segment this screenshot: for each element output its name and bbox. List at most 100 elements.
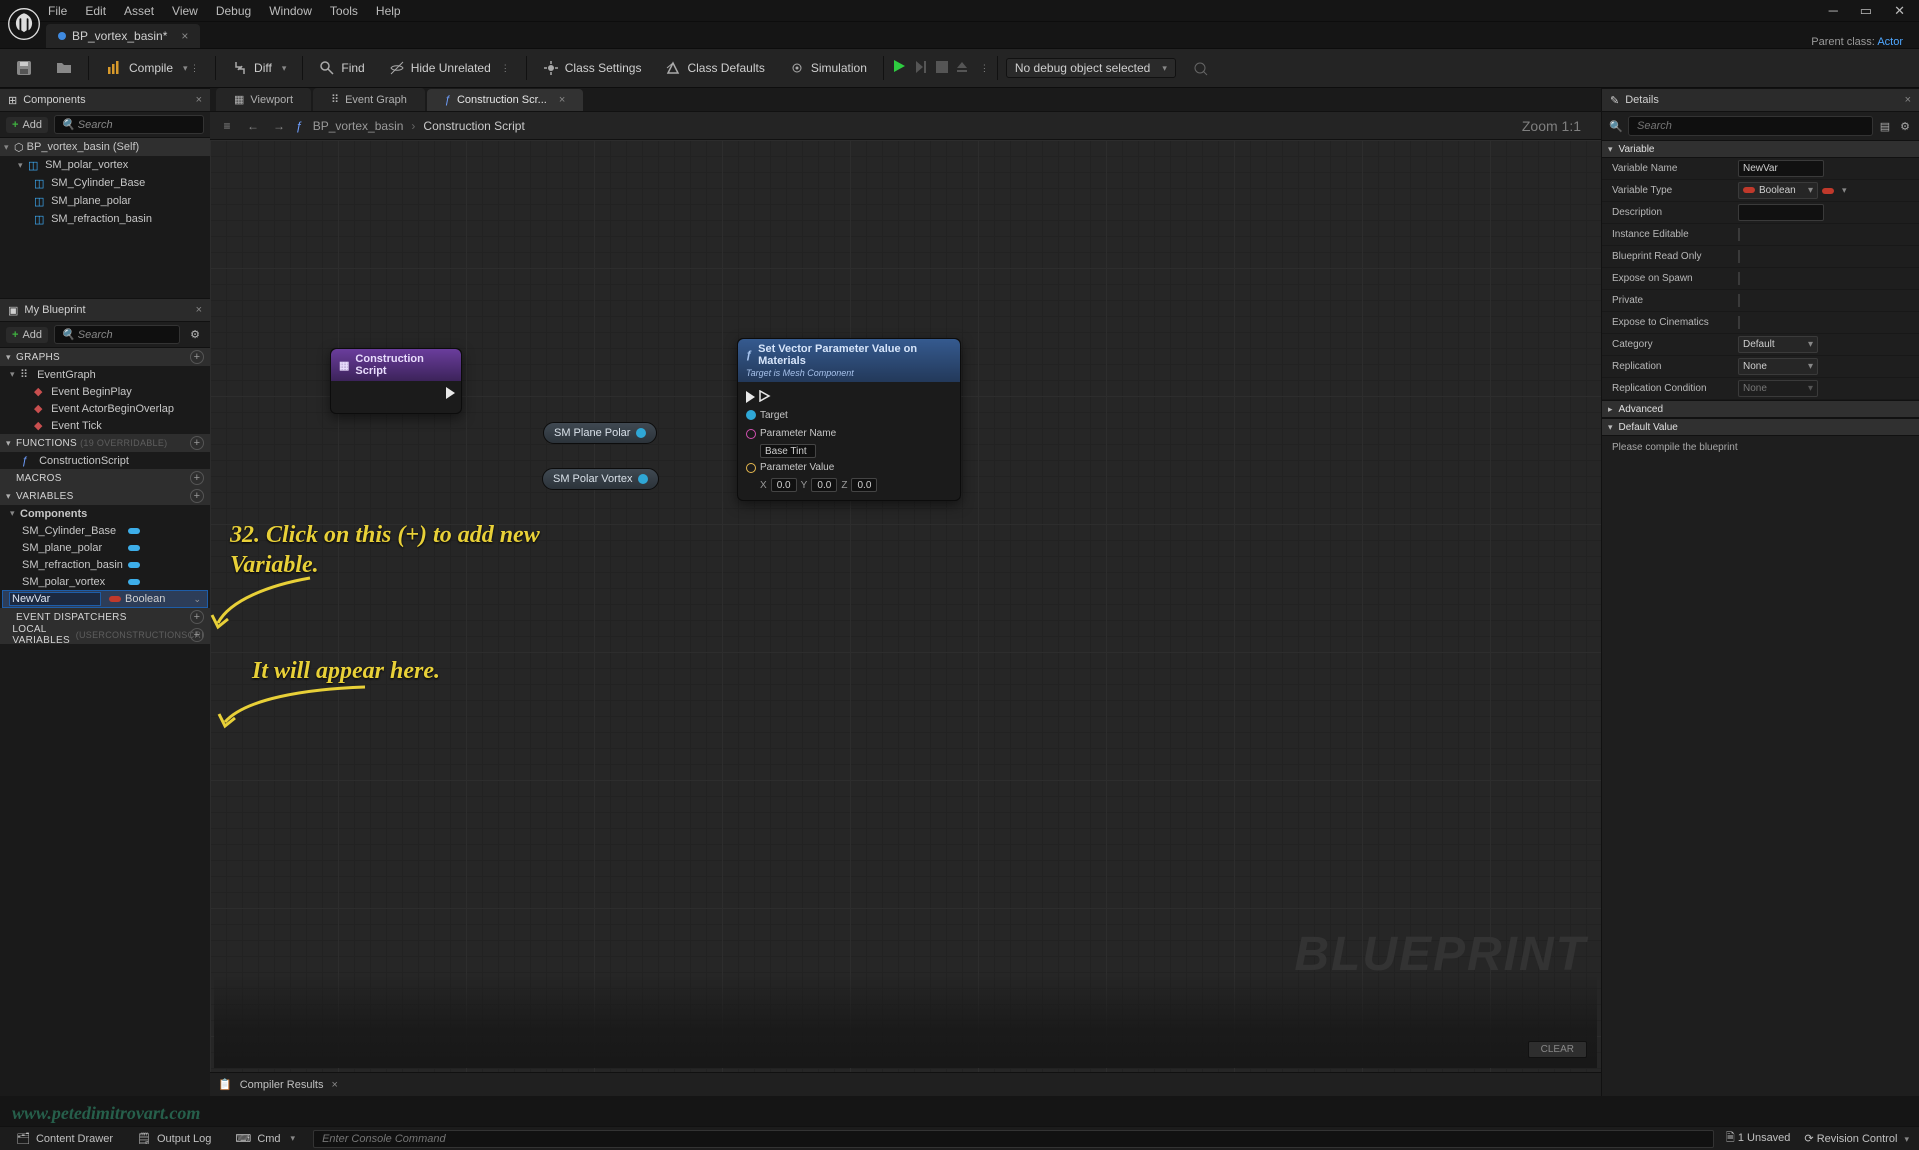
param-name-input-pin[interactable] xyxy=(746,429,756,439)
graph-nav-menu-icon[interactable]: ≡ xyxy=(218,119,236,133)
variable-row[interactable]: SM_refraction_basin xyxy=(0,556,210,573)
eventdispatchers-add-icon[interactable]: + xyxy=(190,610,204,624)
class-defaults-button[interactable]: Class Defaults xyxy=(657,56,772,80)
menu-edit[interactable]: Edit xyxy=(85,4,106,18)
localvariables-add-icon[interactable]: + xyxy=(190,628,204,642)
output-log-button[interactable]: 🗒Output Log xyxy=(131,1130,217,1147)
event-row[interactable]: ◆ Event BeginPlay xyxy=(0,383,210,400)
variable-type-select[interactable]: Boolean▾ xyxy=(1738,182,1818,199)
tab-eventgraph[interactable]: ⠿Event Graph xyxy=(313,88,425,111)
stop-icon[interactable] xyxy=(936,60,948,76)
graph-back-icon[interactable]: ← xyxy=(244,119,262,133)
variable-name-input[interactable] xyxy=(1738,160,1824,177)
tree-row[interactable]: ◫ SM_refraction_basin xyxy=(0,210,210,228)
param-name-input[interactable] xyxy=(760,444,816,458)
new-variable-row[interactable]: Boolean ⌄ xyxy=(2,590,208,608)
advanced-section-header[interactable]: ▸Advanced xyxy=(1602,400,1919,418)
menu-window[interactable]: Window xyxy=(269,4,312,18)
expose-spawn-checkbox[interactable] xyxy=(1738,272,1740,285)
myblueprint-settings-icon[interactable]: ⚙ xyxy=(186,326,204,344)
variable-section-header[interactable]: ▾Variable xyxy=(1602,140,1919,158)
details-panel-tab[interactable]: ✎ Details × xyxy=(1602,88,1919,112)
console-input[interactable] xyxy=(313,1130,1714,1148)
debug-object-selector[interactable]: No debug object selected▾ xyxy=(1006,58,1176,78)
tree-row[interactable]: ◫ SM_plane_polar xyxy=(0,192,210,210)
maximize-icon[interactable]: ▭ xyxy=(1860,3,1872,19)
localvariables-section-header[interactable]: LOCAL VARIABLES (USERCONSTRUCTIONSCRI + xyxy=(0,626,210,644)
compiler-results-close-icon[interactable]: × xyxy=(331,1079,337,1091)
file-tab-close-icon[interactable]: × xyxy=(181,29,188,43)
macros-section-header[interactable]: MACROS + xyxy=(0,469,210,487)
param-z-input[interactable] xyxy=(851,478,877,492)
tab-viewport[interactable]: ▦Viewport xyxy=(216,88,311,111)
event-row[interactable]: ◆ Event ActorBeginOverlap xyxy=(0,400,210,417)
event-row[interactable]: ◆ Event Tick xyxy=(0,417,210,434)
debug-locate-button[interactable] xyxy=(1184,56,1216,80)
tab-close-icon[interactable]: × xyxy=(559,94,565,106)
eject-icon[interactable] xyxy=(956,60,968,76)
tree-row[interactable]: ▾◫ SM_polar_vortex xyxy=(0,156,210,174)
breadcrumb-parent[interactable]: BP_vortex_basin xyxy=(313,119,404,133)
new-variable-name-input[interactable] xyxy=(9,592,101,606)
variable-type-chevron-icon[interactable]: ⌄ xyxy=(193,594,201,605)
details-search-input[interactable] xyxy=(1628,116,1873,136)
variable-row[interactable]: SM_polar_vortex xyxy=(0,573,210,590)
hide-unrelated-button[interactable]: Hide Unrelated⋮ xyxy=(381,56,518,80)
graphs-section-header[interactable]: ▾GRAPHS + xyxy=(0,348,210,366)
target-input-pin[interactable] xyxy=(746,410,756,420)
type-container-chevron-icon[interactable]: ▾ xyxy=(1842,185,1847,196)
graph-canvas[interactable]: ▦Construction Script SM Plane Polar SM P… xyxy=(210,140,1601,1072)
menu-asset[interactable]: Asset xyxy=(124,4,154,18)
functions-section-header[interactable]: ▾FUNCTIONS (19 OVERRIDABLE) + xyxy=(0,434,210,452)
macros-add-icon[interactable]: + xyxy=(190,471,204,485)
diff-button[interactable]: Diff▾ xyxy=(224,56,294,80)
details-close-icon[interactable]: × xyxy=(1905,94,1911,106)
variable-row[interactable]: SM_plane_polar xyxy=(0,539,210,556)
myblueprint-close-icon[interactable]: × xyxy=(196,304,202,316)
cmd-button[interactable]: ⌨Cmd▾ xyxy=(229,1130,301,1147)
unsaved-indicator[interactable]: 🗎 1 Unsaved xyxy=(1726,1129,1791,1148)
file-tab[interactable]: BP_vortex_basin* × xyxy=(46,24,200,48)
menu-help[interactable]: Help xyxy=(376,4,401,18)
variables-section-header[interactable]: ▾VARIABLES + xyxy=(0,487,210,505)
myblueprint-search-input[interactable]: 🔍 Search xyxy=(54,325,180,344)
node-set-vector-parameter[interactable]: ƒSet Vector Parameter Value on Materials… xyxy=(737,338,961,501)
output-pin-icon[interactable] xyxy=(636,428,646,438)
category-select[interactable]: Default▾ xyxy=(1738,336,1818,353)
components-close-icon[interactable]: × xyxy=(196,94,202,106)
tree-row[interactable]: ◫ SM_Cylinder_Base xyxy=(0,174,210,192)
menu-tools[interactable]: Tools xyxy=(330,4,358,18)
play-options-dropdown[interactable]: ⋮ xyxy=(980,63,989,74)
node-sm-polar-vortex[interactable]: SM Polar Vortex xyxy=(542,468,659,490)
myblueprint-add-button[interactable]: +Add xyxy=(6,327,48,343)
content-drawer-button[interactable]: 🗂Content Drawer xyxy=(10,1130,119,1147)
variables-group-row[interactable]: ▾Components xyxy=(0,505,210,522)
instance-editable-checkbox[interactable] xyxy=(1738,228,1740,241)
menu-file[interactable]: File xyxy=(48,4,67,18)
readonly-checkbox[interactable] xyxy=(1738,250,1740,263)
description-input[interactable] xyxy=(1738,204,1824,221)
variables-add-icon[interactable]: + xyxy=(190,489,204,503)
details-settings-icon[interactable]: ⚙ xyxy=(1897,118,1913,134)
details-view-icon[interactable]: ▤ xyxy=(1877,118,1893,134)
private-checkbox[interactable] xyxy=(1738,294,1740,307)
minimize-icon[interactable]: ─ xyxy=(1829,3,1838,19)
menu-debug[interactable]: Debug xyxy=(216,4,251,18)
simulation-button[interactable]: Simulation xyxy=(781,56,875,80)
eventgraph-row[interactable]: ▾⠿ EventGraph xyxy=(0,366,210,383)
class-settings-button[interactable]: Class Settings xyxy=(535,56,650,80)
compile-button[interactable]: Compile ▾ ⋮ xyxy=(97,55,207,81)
close-window-icon[interactable]: ✕ xyxy=(1894,3,1905,19)
components-panel-tab[interactable]: ⊞ Components × xyxy=(0,88,210,112)
node-sm-plane-polar[interactable]: SM Plane Polar xyxy=(543,422,657,444)
graph-forward-icon[interactable]: → xyxy=(270,119,288,133)
variable-row[interactable]: SM_Cylinder_Base xyxy=(0,522,210,539)
myblueprint-panel-tab[interactable]: ▣ My Blueprint × xyxy=(0,298,210,322)
param-value-input-pin[interactable] xyxy=(746,463,756,473)
constructionscript-row[interactable]: ƒ ConstructionScript xyxy=(0,452,210,469)
components-search-input[interactable]: 🔍 Search xyxy=(54,115,204,134)
play-icon[interactable] xyxy=(892,59,906,78)
param-y-input[interactable] xyxy=(811,478,837,492)
find-button[interactable]: Find xyxy=(311,56,372,80)
skip-icon[interactable] xyxy=(914,60,928,77)
